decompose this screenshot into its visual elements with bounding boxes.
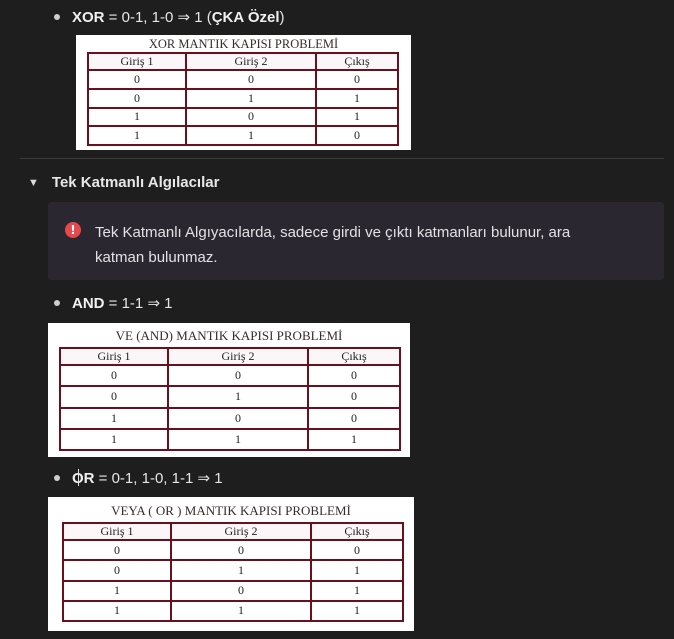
bullet-dot-icon	[54, 14, 60, 20]
xor-truth-table: Giriş 1 Giriş 2 Çıkış 000 011 101 110	[87, 52, 399, 146]
or-table-title: VEYA ( OR ) MANTIK KAPISI PROBLEMİ	[111, 503, 351, 518]
table-cell: 0	[62, 559, 172, 582]
callout-text[interactable]: Tek Katmanlı Algıyacılarda, sadece girdi…	[95, 220, 615, 270]
table-row: 011	[62, 559, 404, 582]
col-header-input1: Giriş 1	[62, 522, 172, 541]
xor-formula: = 0-1, 1-0 ⇒ 1 (	[104, 9, 212, 26]
table-cell: 0	[315, 69, 399, 90]
table-cell: 1	[315, 87, 399, 109]
or-formula[interactable]: = 0-1, 1-0, 1-1 ⇒ 1	[95, 469, 223, 487]
bullet-or: OR = 0-1, 1-0, 1-1 ⇒ 1	[54, 469, 223, 487]
table-cell: 0	[185, 106, 317, 128]
table-cell: 1	[185, 87, 317, 109]
divider	[20, 158, 664, 159]
or-table-image[interactable]: VEYA ( OR ) MANTIK KAPISI PROBLEMİ Giriş…	[48, 497, 414, 631]
table-row: 111	[59, 427, 401, 452]
table-cell: 1	[310, 559, 404, 582]
table-row: 000	[62, 538, 404, 562]
and-formula: = 1-1 ⇒ 1	[104, 295, 173, 312]
table-cell: 1	[310, 579, 404, 602]
and-truth-table: Giriş 1 Giriş 2 Çıkış 000 010 100 111	[59, 347, 401, 452]
xor-close-paren: )	[279, 8, 285, 26]
table-cell: 0	[170, 538, 312, 562]
table-cell: 1	[170, 559, 312, 582]
or-truth-table: Giriş 1 Giriş 2 Çıkış 000 011 101 111	[62, 522, 404, 623]
exclamation-circle-icon: !	[65, 222, 81, 238]
table-row: 110	[87, 125, 399, 146]
table-row: 101	[62, 579, 404, 602]
col-header-output: Çıkış	[310, 522, 404, 541]
table-cell: 0	[167, 406, 309, 430]
table-cell: 0	[307, 406, 401, 430]
and-table-title: VE (AND) MANTIK KAPISI PROBLEMİ	[115, 328, 343, 343]
col-header-input2: Giriş 2	[170, 522, 312, 541]
table-cell: 1	[87, 106, 187, 128]
table-cell: 0	[87, 69, 187, 90]
col-header-input2: Giriş 2	[185, 52, 317, 71]
col-header-input1: Giriş 1	[87, 52, 187, 71]
table-row: 000	[59, 363, 401, 388]
table-cell: 0	[307, 363, 401, 388]
table-row: 011	[87, 87, 399, 109]
table-cell: 1	[62, 599, 172, 623]
table-cell: 0	[185, 69, 317, 90]
table-cell: 0	[167, 363, 309, 388]
col-header-input1: Giriş 1	[59, 347, 169, 366]
toggle-heading[interactable]: ▼ Tek Katmanlı Algılacılar	[28, 174, 219, 191]
table-row: 100	[59, 406, 401, 430]
table-row: 111	[62, 599, 404, 623]
table-cell: 1	[167, 427, 309, 452]
table-cell: 0	[310, 538, 404, 562]
bullet-dot-icon	[54, 300, 60, 306]
table-cell: 1	[59, 406, 169, 430]
xor-table-image[interactable]: XOR MANTIK KAPISI PROBLEMİ Giriş 1 Giriş…	[76, 35, 411, 150]
and-table-image[interactable]: VE (AND) MANTIK KAPISI PROBLEMİ Giriş 1 …	[48, 323, 410, 457]
and-label: AND	[72, 294, 105, 312]
table-cell: 0	[307, 385, 401, 409]
table-cell: 1	[167, 385, 309, 409]
xor-table-title: XOR MANTIK KAPISI PROBLEMİ	[148, 37, 339, 51]
table-row: 000	[87, 69, 399, 90]
table-cell: 1	[307, 427, 401, 452]
table-cell: 0	[59, 363, 169, 388]
bullet-dot-icon	[54, 475, 60, 481]
table-cell: 1	[185, 125, 317, 146]
col-header-input2: Giriş 2	[167, 347, 309, 366]
triangle-down-icon[interactable]: ▼	[28, 177, 39, 189]
or-label[interactable]: OR	[72, 470, 95, 487]
table-cell: 1	[315, 106, 399, 128]
bullet-xor: XOR = 0-1, 1-0 ⇒ 1 ( ÇKA Özel )	[54, 8, 285, 26]
table-cell: 1	[62, 579, 172, 602]
table-cell: 0	[315, 125, 399, 146]
table-cell: 0	[170, 579, 312, 602]
callout: ! Tek Katmanlı Algıyacılarda, sadece gir…	[48, 202, 664, 280]
table-cell: 0	[62, 538, 172, 562]
table-cell: 0	[87, 87, 187, 109]
table-cell: 1	[59, 427, 169, 452]
table-row: 101	[87, 106, 399, 128]
table-cell: 1	[310, 599, 404, 623]
col-header-output: Çıkış	[315, 52, 399, 71]
table-cell: 1	[170, 599, 312, 623]
xor-note: ÇKA Özel	[211, 8, 280, 26]
xor-label: XOR	[72, 8, 105, 26]
toggle-title: Tek Katmanlı Algılacılar	[51, 174, 220, 191]
col-header-output: Çıkış	[307, 347, 401, 366]
text-cursor	[78, 469, 79, 486]
table-cell: 1	[87, 125, 187, 146]
table-row: 010	[59, 385, 401, 409]
table-cell: 0	[59, 385, 169, 409]
bullet-and: AND = 1-1 ⇒ 1	[54, 294, 173, 312]
